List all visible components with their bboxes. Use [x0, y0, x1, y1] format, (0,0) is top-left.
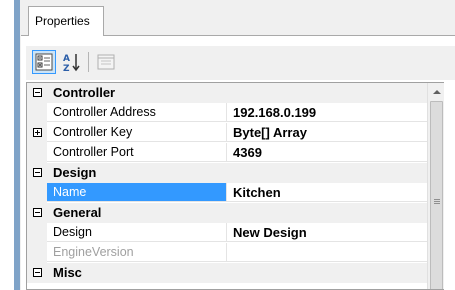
category-label: General [53, 205, 102, 220]
vertical-scrollbar[interactable] [427, 83, 444, 289]
expand-icon[interactable] [33, 128, 42, 137]
property-row-controller-key[interactable]: Controller Key Byte[] Array [27, 123, 427, 143]
properties-window: Properties A Z Controller Controller Add… [0, 0, 455, 290]
property-name: EngineVersion [47, 243, 227, 262]
property-name: Design [47, 223, 227, 242]
category-label: Controller [53, 85, 116, 100]
property-row-controller-port[interactable]: Controller Port 4369 [27, 143, 427, 163]
property-value[interactable]: 192.168.0.199 [227, 103, 427, 122]
collapse-icon[interactable] [33, 268, 42, 277]
property-row-design[interactable]: Design New Design [27, 223, 427, 243]
collapse-icon[interactable] [33, 88, 42, 97]
property-name: Controller Port [47, 143, 227, 162]
categorized-button[interactable] [32, 50, 56, 74]
category-row-design[interactable]: Design [27, 163, 427, 183]
alphabetical-sort-icon: A Z [63, 54, 80, 74]
property-name: Controller Address [47, 103, 227, 122]
category-row-misc[interactable]: Misc [27, 263, 427, 283]
category-row-controller[interactable]: Controller [27, 83, 427, 103]
alphabetical-button[interactable]: A Z [60, 50, 84, 74]
property-value [227, 243, 427, 262]
property-pages-button[interactable] [94, 50, 118, 74]
scroll-thumb[interactable] [430, 101, 443, 289]
category-label: Misc [53, 265, 82, 280]
collapse-icon[interactable] [33, 168, 42, 177]
category-row-general[interactable]: General [27, 203, 427, 223]
property-name: Name [47, 183, 227, 202]
collapse-icon[interactable] [33, 208, 42, 217]
svg-text:Z: Z [63, 64, 70, 74]
property-value[interactable]: New Design [227, 223, 427, 242]
toolbar-separator [88, 52, 89, 72]
categorized-view-icon [35, 53, 53, 71]
property-row-controller-address[interactable]: Controller Address 192.168.0.199 [27, 103, 427, 123]
property-name: Controller Key [47, 123, 227, 142]
property-value[interactable]: Byte[] Array [227, 123, 427, 142]
property-row-name[interactable]: Name Kitchen [27, 183, 427, 203]
property-value[interactable]: 4369 [227, 143, 427, 162]
grip-icon [434, 199, 440, 200]
property-value[interactable]: Kitchen [227, 183, 427, 202]
property-row-engine-version[interactable]: EngineVersion [27, 243, 427, 263]
svg-text:A: A [63, 54, 70, 64]
property-grid: Controller Controller Address 192.168.0.… [26, 82, 444, 290]
property-pages-icon [97, 54, 115, 70]
tab-properties[interactable]: Properties [28, 6, 104, 36]
category-label: Design [53, 165, 97, 180]
property-grid-toolbar: A Z [26, 46, 455, 80]
scroll-up-arrow-icon[interactable] [428, 83, 444, 100]
